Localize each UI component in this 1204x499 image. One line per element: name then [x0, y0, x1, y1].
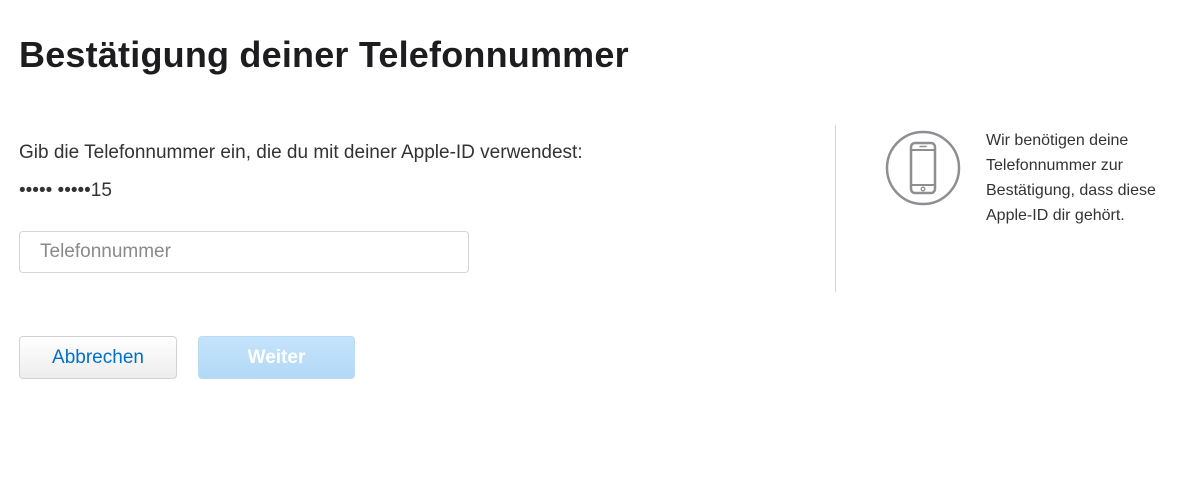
divider — [835, 125, 836, 292]
page-title: Bestätigung deiner Telefonnummer — [19, 34, 629, 75]
cancel-button[interactable]: Abbrechen — [19, 336, 177, 379]
next-button: Weiter — [198, 336, 355, 379]
phone-number-input[interactable] — [19, 231, 469, 273]
phone-verification-page: Bestätigung deiner Telefonnummer Gib die… — [0, 0, 1204, 499]
iphone-icon — [885, 130, 961, 206]
instruction-text: Gib die Telefonnummer ein, die du mit de… — [19, 142, 583, 163]
masked-phone-number: ••••• •••••15 — [19, 180, 112, 201]
info-text: Wir benötigen deine Telefonnummer zur Be… — [986, 132, 1156, 224]
